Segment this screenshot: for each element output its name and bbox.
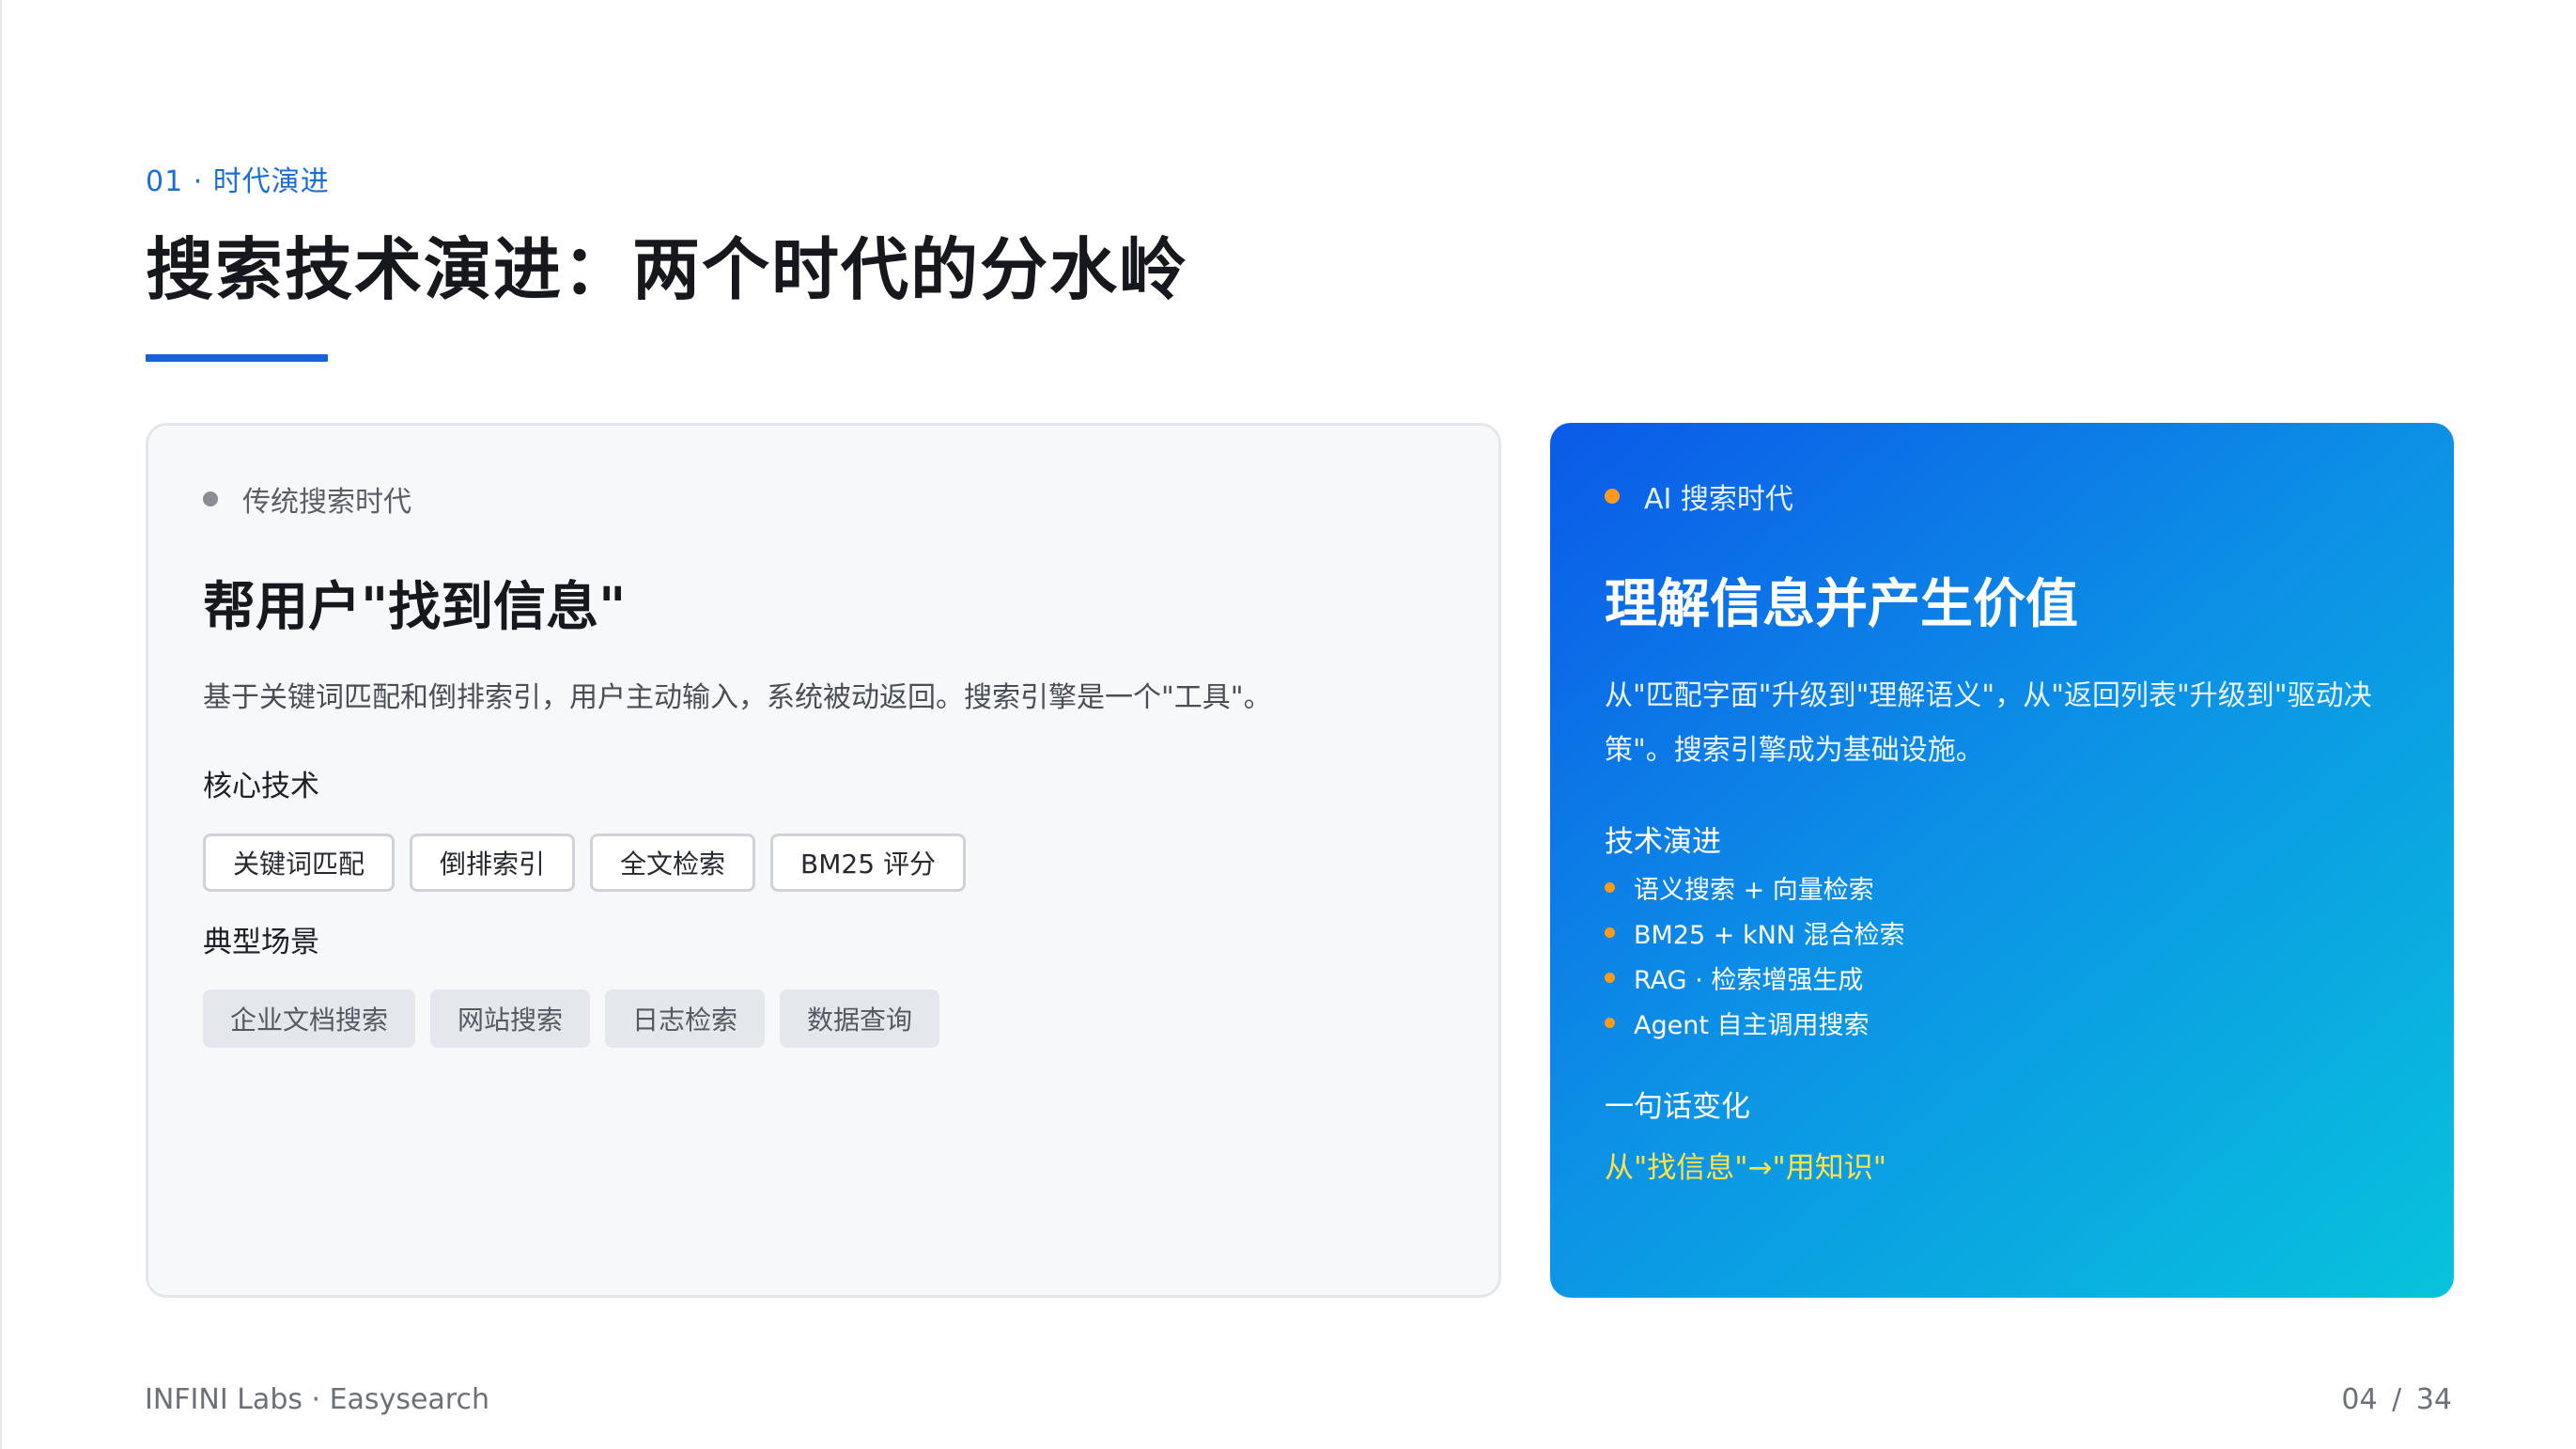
core-tech-heading: 核心技术	[203, 770, 319, 803]
footer-brand: INFINI Labs · Easysearch	[145, 1383, 489, 1416]
list-item-text: BM25 + kNN 混合检索	[1634, 920, 1905, 950]
list-item: 语义搜索 + 向量检索	[1605, 865, 1905, 910]
list-item: BM25 + kNN 混合检索	[1605, 910, 1905, 955]
core-tech-chip: 倒排索引	[410, 834, 576, 892]
ai-description: 从"匹配字面"升级到"理解语义"，从"返回列表"升级到"驱动决策"。搜索引擎成为…	[1605, 679, 2372, 767]
core-tech-chip: 关键词匹配	[203, 834, 396, 892]
orange-dot-icon	[1605, 489, 1620, 504]
bullet-dot-icon	[1605, 881, 1615, 893]
ai-era-label: AI 搜索时代	[1605, 475, 1793, 517]
core-tech-chip: BM25 评分	[770, 834, 966, 892]
core-tech-chips: 关键词匹配 倒排索引 全文检索 BM25 评分	[203, 834, 966, 892]
ai-era-label-text: AI 搜索时代	[1644, 483, 1793, 516]
traditional-headline: 帮用户"找到信息"	[203, 577, 627, 638]
bullet-dot-icon	[1605, 927, 1615, 938]
scenarios-heading: 典型场景	[203, 926, 319, 959]
evolution-heading: 技术演进	[1605, 825, 1721, 859]
page-separator: /	[2392, 1383, 2402, 1416]
summary-highlight: 从"找信息"→"用知识"	[1605, 1151, 1887, 1185]
list-item: RAG · 检索增强生成	[1605, 955, 1905, 1000]
traditional-era-label: 传统搜索时代	[203, 478, 411, 520]
page-total: 34	[2415, 1383, 2452, 1416]
traditional-era-label-text: 传统搜索时代	[242, 486, 411, 519]
section-tag: 01 · 时代演进	[146, 165, 330, 198]
title-underline	[146, 354, 328, 362]
list-item-text: RAG · 检索增强生成	[1634, 965, 1864, 995]
page-number: 04 / 34	[2341, 1383, 2452, 1416]
list-item-text: 语义搜索 + 向量检索	[1634, 875, 1874, 905]
list-item-text: Agent 自主调用搜索	[1634, 1010, 1870, 1040]
page-current: 04	[2341, 1383, 2378, 1416]
evolution-list: 语义搜索 + 向量检索 BM25 + kNN 混合检索 RAG · 检索增强生成…	[1605, 865, 1905, 1045]
list-item: Agent 自主调用搜索	[1605, 1000, 1905, 1045]
traditional-era-card: 传统搜索时代 帮用户"找到信息" 基于关键词匹配和倒排索引，用户主动输入，系统被…	[146, 423, 1501, 1298]
summary-heading: 一句话变化	[1605, 1090, 1750, 1124]
scenario-chip: 企业文档搜索	[203, 989, 416, 1048]
grey-dot-icon	[203, 491, 218, 506]
bullet-dot-icon	[1605, 972, 1615, 983]
ai-era-card: AI 搜索时代 理解信息并产生价值 从"匹配字面"升级到"理解语义"，从"返回列…	[1550, 423, 2454, 1298]
bullet-dot-icon	[1605, 1017, 1615, 1028]
core-tech-chip: 全文检索	[590, 834, 756, 892]
scenario-chips: 企业文档搜索 网站搜索 日志检索 数据查询	[203, 989, 940, 1048]
page-title: 搜索技术演进：两个时代的分水岭	[146, 230, 1189, 309]
traditional-description: 基于关键词匹配和倒排索引，用户主动输入，系统被动返回。搜索引擎是一个"工具"。	[203, 681, 1272, 714]
slide-page: 01 · 时代演进 搜索技术演进：两个时代的分水岭 传统搜索时代 帮用户"找到信…	[0, 0, 2576, 1449]
scenario-chip: 日志检索	[605, 989, 766, 1048]
ai-headline: 理解信息并产生价值	[1605, 574, 2078, 635]
scenario-chip: 网站搜索	[430, 989, 591, 1048]
scenario-chip: 数据查询	[780, 989, 940, 1048]
